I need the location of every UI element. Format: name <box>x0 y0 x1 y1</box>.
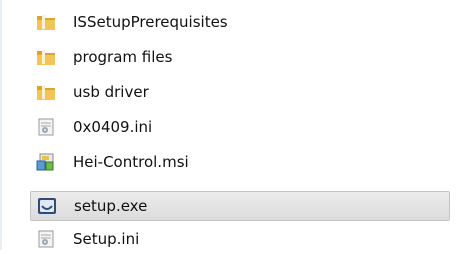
folder-icon <box>36 83 56 101</box>
file-name: usb driver <box>73 83 149 101</box>
folder-icon <box>36 48 56 66</box>
file-row-usb-driver[interactable]: usb driver <box>0 77 450 107</box>
file-name: setup.exe <box>74 197 148 215</box>
file-name: Setup.ini <box>73 230 140 248</box>
ini-file-icon <box>36 230 56 248</box>
file-row-hei-control-msi[interactable]: Hei-Control.msi <box>0 147 450 177</box>
file-row-0x0409-ini[interactable]: 0x0409.ini <box>0 112 450 142</box>
file-list: ISSetupPrerequisites program files usb d… <box>0 0 460 250</box>
file-name: Hei-Control.msi <box>73 153 189 171</box>
file-name: program files <box>73 48 173 66</box>
exe-setup-icon <box>37 197 57 215</box>
msi-installer-icon <box>36 153 56 171</box>
file-row-issetupprerequisites[interactable]: ISSetupPrerequisites <box>0 7 450 37</box>
ini-file-icon <box>36 118 56 136</box>
file-name: 0x0409.ini <box>73 118 153 136</box>
file-row-setup-exe[interactable]: setup.exe <box>30 191 450 221</box>
folder-icon <box>36 13 56 31</box>
file-name: ISSetupPrerequisites <box>73 13 228 31</box>
file-row-program-files[interactable]: program files <box>0 42 450 72</box>
